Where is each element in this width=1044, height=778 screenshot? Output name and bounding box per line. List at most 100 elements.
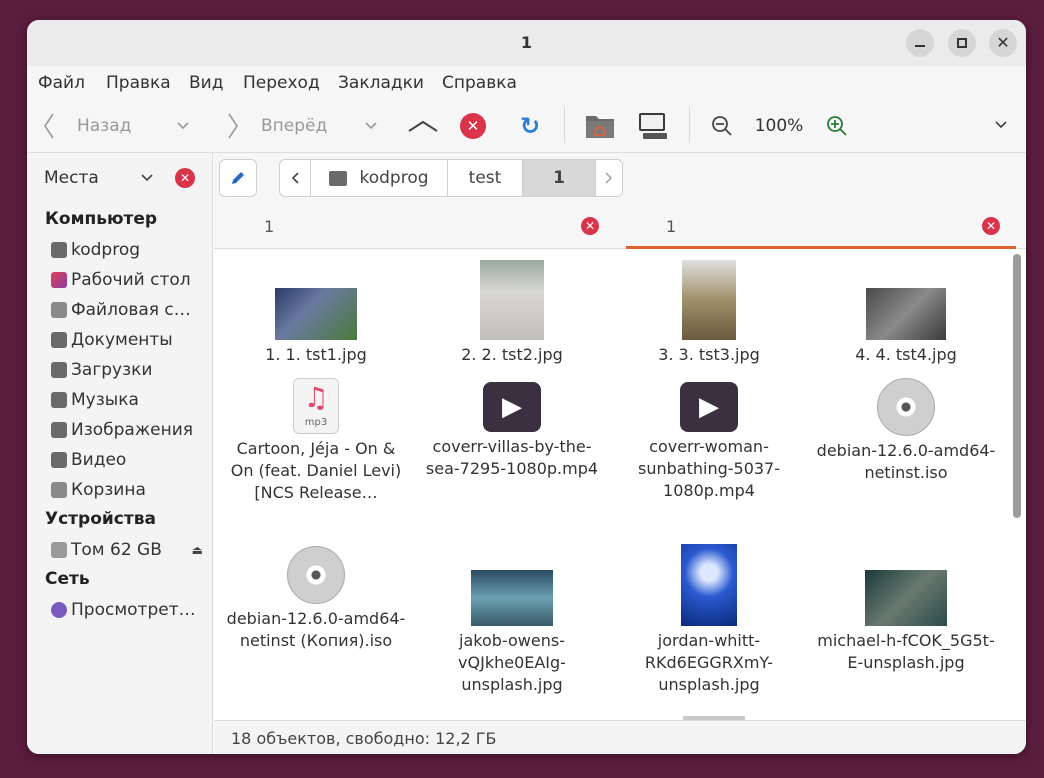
image-thumbnail [471,570,553,626]
forward-history-dropdown[interactable] [357,109,385,143]
file-item[interactable]: 3. 3. tst3.jpg [619,260,799,366]
sidebar-mode-select[interactable]: Места [44,166,154,190]
chevron-down-icon [177,122,189,130]
sidebar-item-trash[interactable]: Корзина [51,477,209,503]
file-type-badge: mp3 [304,417,328,428]
computer-icon [639,113,667,139]
parent-folder-button[interactable] [405,109,441,143]
file-item[interactable]: jakob-owens-vQJkhe0EAIg-unsplash.jpg [422,544,602,696]
path-crumb-kodprog[interactable]: kodprog [310,159,448,197]
tab-label: 1 [666,217,677,236]
home-folder-icon [586,116,614,138]
close-tab-button[interactable]: ✕ [581,217,599,235]
sidebar-item-downloads[interactable]: Загрузки [51,357,209,383]
maximize-icon [957,38,967,48]
file-item[interactable]: ▶ coverr-woman-sunbathing-5037-1080p.mp4 [619,382,799,502]
sidebar-item-volume[interactable]: Том 62 GB ⏏ [51,537,209,563]
back-button[interactable]: Назад [41,109,161,143]
chevron-down-icon [141,174,153,182]
zoom-out-icon [712,116,732,136]
sidebar-item-label: Загрузки [71,360,153,380]
sidebar-item-videos[interactable]: Видео [51,447,209,473]
path-crumb-label: kodprog [359,168,429,188]
chevron-right-icon [605,172,613,184]
tab-2-active[interactable]: 1 ✕ [626,201,1016,249]
sidebar-item-pictures[interactable]: Изображения [51,417,209,443]
file-item[interactable]: ▶ coverr-villas-by-the-sea-7295-1080p.mp… [422,382,602,480]
image-thumbnail [275,288,357,340]
toolbar-overflow-button[interactable] [989,113,1013,137]
sidebar-item-filesystem[interactable]: Файловая с… [51,297,209,323]
sidebar-item-label: kodprog [71,240,141,260]
sidebar-header-network: Сеть [45,569,90,589]
close-button[interactable]: ✕ [989,29,1017,57]
path-bar: kodprog test 1 [214,153,1026,201]
video-file-icon: ▶ [680,382,738,432]
file-name: jordan-whitt-RKd6EGGRXmY-unsplash.jpg [644,631,774,694]
zoom-in-icon [827,116,847,136]
tab-1[interactable]: 1 ✕ [214,201,619,249]
path-scroll-left-button[interactable] [279,159,311,197]
sidebar-item-desktop[interactable]: Рабочий стол [51,267,209,293]
disc-image-icon [877,378,935,436]
sidebar-item-browse-network[interactable]: Просмотрет… [51,597,209,623]
file-manager-window: 1 ✕ Файл Правка Вид Переход Закладки Спр… [27,20,1026,754]
file-name: michael-h-fCOK_5G5t-E-unsplash.jpg [817,631,995,672]
maximize-button[interactable] [948,29,976,57]
minimize-icon [915,45,925,47]
file-item[interactable]: 2. 2. tst2.jpg [422,260,602,366]
reload-button[interactable]: ↻ [515,111,545,141]
toggle-location-entry-button[interactable] [219,159,257,197]
forward-label: Вперёд [261,116,328,136]
chevron-left-icon [291,172,299,184]
file-name: 4. 4. tst4.jpg [855,345,957,364]
sidebar-header-computer: Компьютер [45,209,158,229]
sidebar-item-kodprog[interactable]: kodprog [51,237,209,263]
file-item[interactable]: debian-12.6.0-amd64-netinst.iso [816,378,996,484]
back-label: Назад [77,116,132,136]
file-item[interactable]: debian-12.6.0-amd64-netinst (Копия).iso [226,546,406,652]
back-history-dropdown[interactable] [169,109,197,143]
zoom-in-button[interactable] [822,111,852,141]
file-item[interactable]: 1. 1. tst1.jpg [226,260,406,366]
file-grid: 1. 1. tst1.jpg 2. 2. tst2.jpg 3. 3. tst3… [214,250,1026,720]
file-name: coverr-woman-sunbathing-5037-1080p.mp4 [638,437,780,500]
home-button[interactable] [583,109,617,143]
path-crumb-test[interactable]: test [447,159,523,197]
stop-button[interactable]: ✕ [459,112,487,140]
desktop-icon [51,272,67,288]
file-item[interactable]: 4. 4. tst4.jpg [816,260,996,366]
file-item[interactable]: jordan-whitt-RKd6EGGRXmY-unsplash.jpg [619,544,799,696]
reload-icon: ↻ [519,112,541,140]
close-tab-button[interactable]: ✕ [982,217,1000,235]
file-item[interactable]: ♫ mp3 Cartoon, Jéja - On & On (feat. Dan… [226,378,406,504]
trash-icon [51,482,67,498]
computer-button[interactable] [636,109,670,143]
close-sidebar-button[interactable]: ✕ [175,168,195,188]
sidebar-item-label: Видео [71,450,127,470]
sidebar-item-music[interactable]: Музыка [51,387,209,413]
path-scroll-right-button[interactable] [595,159,623,197]
file-name: coverr-villas-by-the-sea-7295-1080p.mp4 [425,437,599,478]
eject-icon[interactable]: ⏏ [192,543,203,557]
toolbar: Назад Вперёд ✕ ↻ 100% [27,99,1026,153]
path-crumb-current[interactable]: 1 [522,159,596,197]
minimize-button[interactable] [906,29,934,57]
forward-button[interactable]: Вперёд [225,109,335,143]
disc-image-icon [287,546,345,604]
menu-edit[interactable]: Правка [106,73,171,93]
tab-bar: 1 ✕ 1 ✕ [214,201,1026,249]
tab-label: 1 [264,217,275,236]
documents-folder-icon [51,332,67,348]
scrollbar[interactable] [1013,254,1021,518]
window-title: 1 [520,33,533,52]
menu-help[interactable]: Справка [442,73,517,93]
menu-file[interactable]: Файл [38,73,85,93]
zoom-out-button[interactable] [707,111,737,141]
menu-view[interactable]: Вид [189,73,223,93]
menu-go[interactable]: Переход [243,73,320,93]
file-item[interactable]: michael-h-fCOK_5G5t-E-unsplash.jpg [816,544,996,674]
menu-bookmarks[interactable]: Закладки [338,73,424,93]
zoom-level[interactable]: 100% [749,109,809,143]
sidebar-item-documents[interactable]: Документы [51,327,209,353]
